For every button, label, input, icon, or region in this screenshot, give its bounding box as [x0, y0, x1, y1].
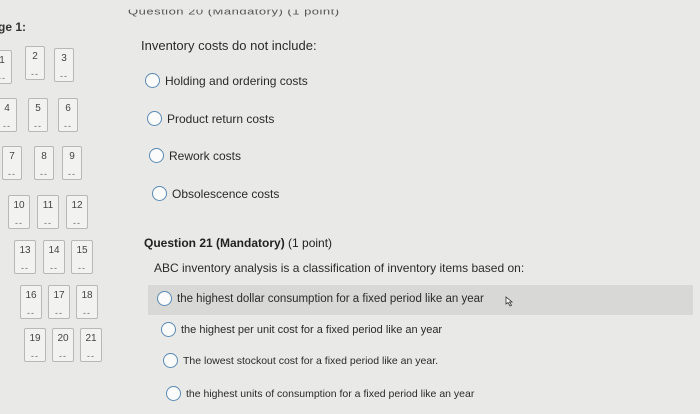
question-21-points: (1 point) [288, 236, 333, 250]
nav-question-7[interactable]: 7 -- [2, 146, 22, 180]
option-label: Rework costs [169, 148, 242, 163]
radio-button[interactable] [147, 111, 162, 126]
nav-question-15[interactable]: 15 -- [71, 240, 93, 274]
question-21-label: Question 21 (Mandatory) [144, 236, 285, 250]
q21-option-1[interactable]: the highest dollar consumption for a fix… [157, 291, 484, 306]
nav-question-19[interactable]: 19 -- [24, 328, 46, 362]
nav-question-21[interactable]: 21 -- [80, 328, 102, 362]
nav-question-3[interactable]: 3 -- [54, 48, 74, 82]
radio-button[interactable] [166, 386, 181, 401]
q20-option-1[interactable]: Holding and ordering costs [145, 73, 308, 88]
nav-question-10[interactable]: 10 -- [8, 195, 30, 229]
nav-question-1[interactable]: 1-- [0, 50, 12, 84]
q20-option-4[interactable]: Obsolescence costs [152, 186, 279, 201]
option-label: the highest units of consumption for a f… [186, 387, 475, 400]
nav-question-20[interactable]: 20 -- [52, 328, 74, 362]
question-navigator: 1-- 2-- 3-- 4-- 5-- 6-- 7-- 8-- 9-- 10--… [0, 0, 110, 414]
q20-option-2[interactable]: Product return costs [147, 111, 274, 126]
option-label: The lowest stockout cost for a fixed per… [183, 354, 439, 367]
radio-button[interactable] [149, 148, 164, 163]
option-label: the highest dollar consumption for a fix… [177, 292, 484, 305]
option-label: Product return costs [167, 111, 275, 126]
nav-question-11[interactable]: 11 -- [37, 195, 59, 229]
nav-question-4[interactable]: 4 -- [0, 98, 17, 132]
option-label: the highest per unit cost for a fixed pe… [181, 323, 443, 336]
question-20-header: Question 20 (Mandatory) (1 point) [128, 6, 340, 17]
nav-question-13[interactable]: 13 -- [14, 240, 36, 274]
nav-question-6[interactable]: 6 -- [58, 98, 78, 132]
nav-question-9[interactable]: 9 -- [62, 146, 82, 180]
nav-question-16[interactable]: 16 -- [20, 285, 42, 319]
radio-button[interactable] [163, 353, 178, 368]
question-21-title: Question 21 (Mandatory) (1 point) [144, 236, 332, 250]
q20-option-3[interactable]: Rework costs [149, 148, 241, 163]
radio-button[interactable] [152, 186, 167, 201]
question-21-text: ABC inventory analysis is a classificati… [154, 261, 525, 275]
pointer-cursor-icon [505, 296, 514, 307]
nav-question-17[interactable]: 17 -- [48, 285, 70, 319]
option-label: Holding and ordering costs [165, 73, 308, 88]
nav-question-8[interactable]: 8 -- [34, 146, 54, 180]
radio-button[interactable] [145, 73, 160, 88]
q21-option-4[interactable]: the highest units of consumption for a f… [166, 386, 474, 401]
q21-option-3[interactable]: The lowest stockout cost for a fixed per… [163, 353, 438, 368]
nav-question-18[interactable]: 18 -- [76, 285, 98, 319]
option-label: Obsolescence costs [172, 186, 280, 201]
nav-question-12[interactable]: 12 -- [66, 195, 88, 229]
q21-option-2[interactable]: the highest per unit cost for a fixed pe… [161, 322, 442, 337]
radio-button[interactable] [157, 291, 172, 306]
nav-question-5[interactable]: 5 -- [28, 98, 48, 132]
question-20-text: Inventory costs do not include: [141, 38, 317, 53]
nav-question-2[interactable]: 2 -- [25, 46, 45, 80]
nav-question-14[interactable]: 14 -- [43, 240, 65, 274]
radio-button[interactable] [161, 322, 176, 337]
